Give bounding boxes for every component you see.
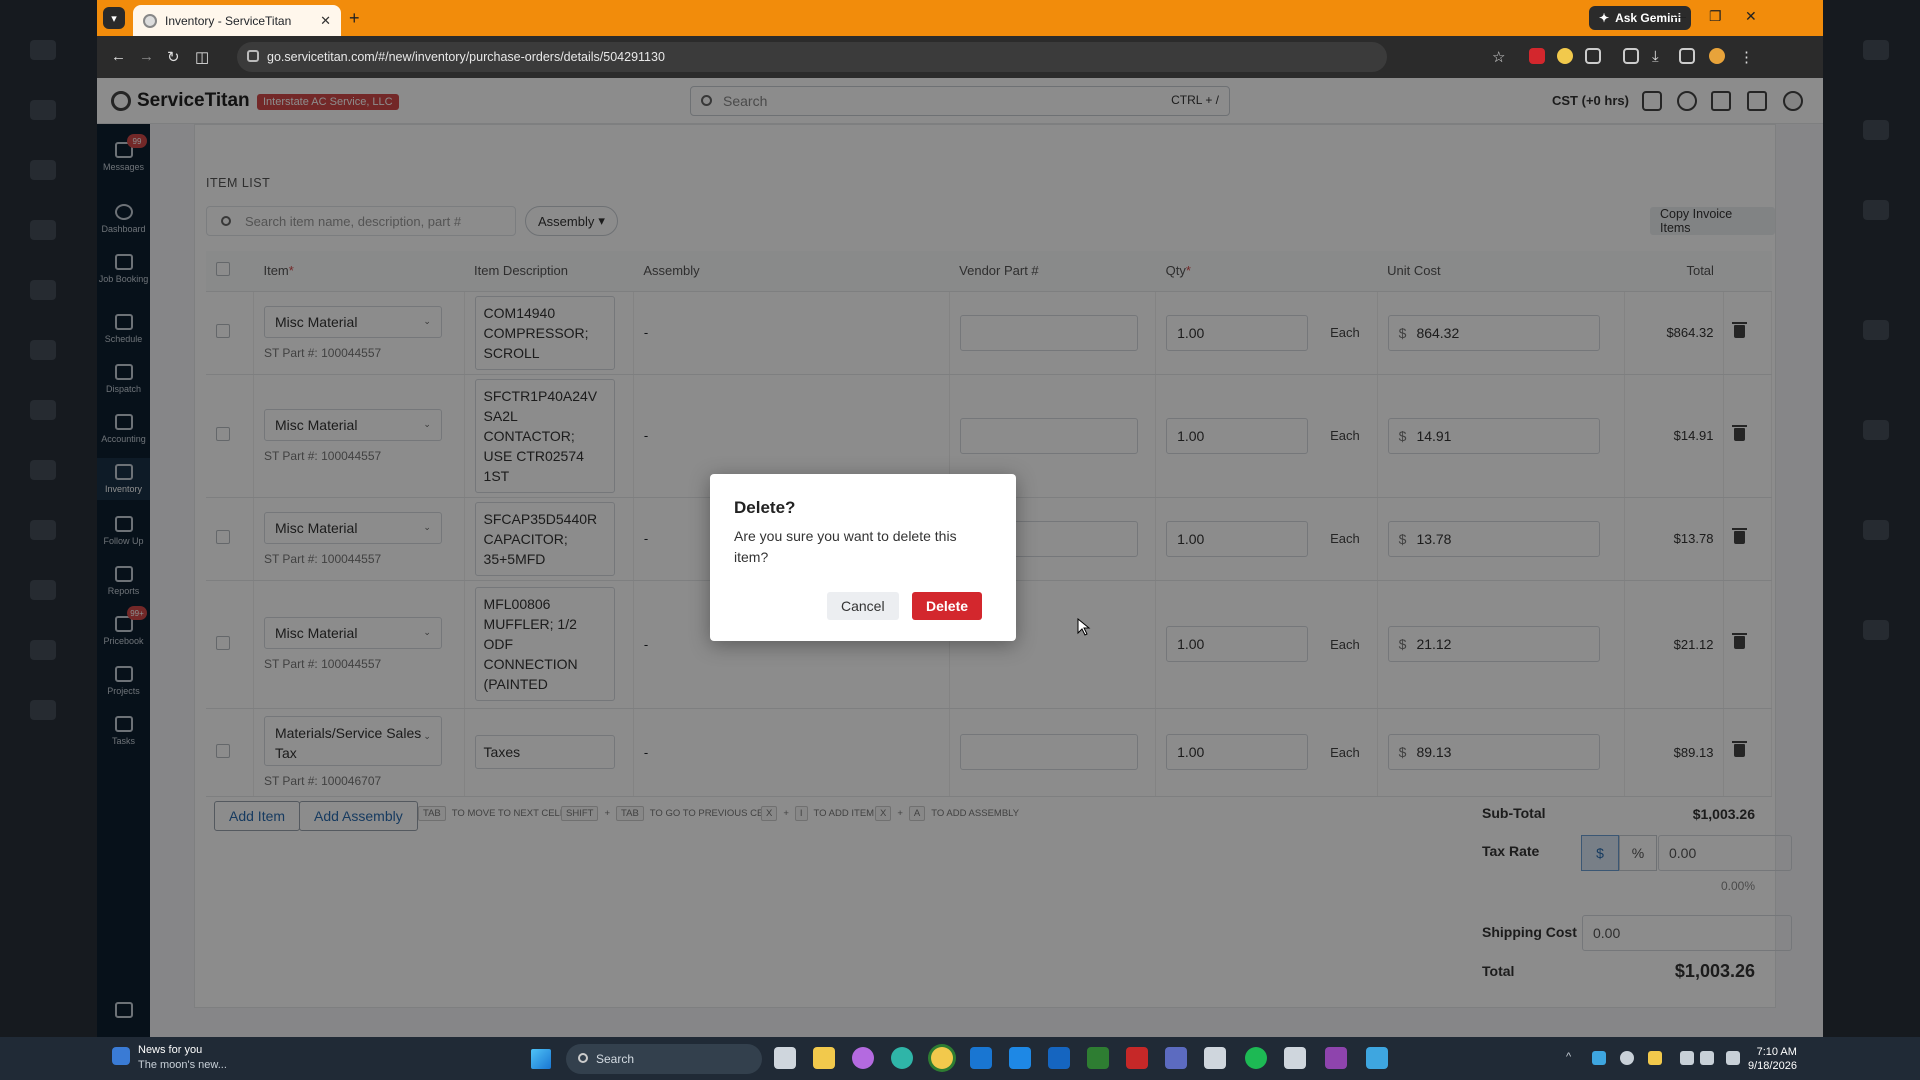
address-bar-row: ← → ↻ ◫ go.servicetitan.com/#/new/invent… — [97, 36, 1823, 78]
onedrive-icon[interactable] — [1592, 1051, 1606, 1065]
news-subtitle: The moon's new... — [138, 1059, 227, 1071]
edge-icon[interactable] — [891, 1047, 913, 1069]
download-icon[interactable]: ⤓ — [1652, 48, 1659, 65]
tray-app-icon[interactable] — [1648, 1051, 1662, 1065]
cancel-button[interactable]: Cancel — [827, 592, 899, 620]
delete-button[interactable]: Delete — [912, 592, 983, 620]
url-field[interactable]: go.servicetitan.com/#/new/inventory/purc… — [237, 42, 1387, 72]
news-widget[interactable]: News for you The moon's new... — [112, 1043, 227, 1073]
split-view-icon[interactable]: ◫ — [195, 48, 209, 66]
clock-date: 9/18/2026 — [1748, 1060, 1797, 1072]
desktop-background-left — [0, 0, 97, 1037]
tray-app-icon[interactable] — [1620, 1051, 1634, 1065]
desktop-background-right — [1823, 0, 1920, 1037]
gemini-icon: ✦ — [1599, 11, 1610, 25]
forward-icon[interactable]: → — [139, 48, 154, 65]
spotify-icon[interactable] — [1245, 1047, 1267, 1069]
app-icon[interactable] — [1366, 1047, 1388, 1069]
onenote-icon[interactable] — [1325, 1047, 1347, 1069]
back-icon[interactable]: ← — [111, 48, 126, 65]
acrobat-extension-icon[interactable] — [1529, 48, 1545, 64]
incognito-icon[interactable] — [1623, 48, 1639, 64]
close-tab-icon[interactable]: ✕ — [320, 13, 331, 29]
minimize-icon[interactable]: — — [1672, 8, 1686, 24]
extensions-puzzle-icon[interactable] — [1585, 48, 1601, 64]
windows-taskbar: News for you The moon's new... Search ^ … — [0, 1037, 1920, 1080]
new-tab-button[interactable]: + — [349, 8, 360, 29]
teams-icon[interactable] — [1165, 1047, 1187, 1069]
app-icon[interactable] — [1204, 1047, 1226, 1069]
task-view-icon[interactable] — [774, 1047, 796, 1069]
dialog-title: Delete? — [734, 498, 796, 517]
acrobat-icon[interactable] — [1126, 1047, 1148, 1069]
taskbar-search[interactable]: Search — [566, 1044, 762, 1074]
keyboard-icon[interactable] — [1726, 1051, 1740, 1065]
site-info-icon[interactable] — [247, 50, 259, 62]
volume-icon[interactable] — [1700, 1051, 1714, 1065]
browser-menu-icon[interactable]: ⋮ — [1739, 48, 1754, 66]
close-window-icon[interactable]: ✕ — [1745, 8, 1757, 25]
servicetitan-favicon-icon — [143, 13, 157, 28]
tab-search-dropdown[interactable]: ▾ — [103, 7, 125, 29]
chrome-icon[interactable] — [931, 1047, 953, 1069]
bookmark-star-icon[interactable]: ☆ — [1492, 48, 1505, 66]
taskbar-search-label: Search — [596, 1052, 635, 1066]
search-icon — [578, 1053, 588, 1063]
network-icon[interactable] — [1680, 1051, 1694, 1065]
mail-icon[interactable] — [1009, 1047, 1031, 1069]
file-explorer-icon[interactable] — [813, 1047, 835, 1069]
delete-confirm-dialog: Delete? Are you sure you want to delete … — [710, 474, 1016, 641]
browser-tab[interactable]: Inventory - ServiceTitan ✕ — [133, 5, 341, 36]
reload-icon[interactable]: ↻ — [167, 48, 180, 66]
notepad-icon[interactable] — [1284, 1047, 1306, 1069]
word-icon[interactable] — [1048, 1047, 1070, 1069]
outlook-icon[interactable] — [970, 1047, 992, 1069]
dialog-message: Are you sure you want to delete this ite… — [734, 528, 957, 565]
print-icon[interactable] — [1679, 48, 1695, 64]
mouse-cursor-icon — [1077, 618, 1091, 636]
url-text: go.servicetitan.com/#/new/inventory/purc… — [267, 50, 665, 64]
tray-overflow-icon[interactable]: ^ — [1566, 1051, 1580, 1065]
windows-start-icon[interactable] — [531, 1049, 551, 1069]
news-title: News for you — [138, 1044, 203, 1056]
tab-title: Inventory - ServiceTitan — [165, 13, 292, 28]
maximize-icon[interactable]: ❐ — [1709, 8, 1722, 25]
tab-bar: ▾ Inventory - ServiceTitan ✕ + ✦ Ask Gem… — [97, 0, 1823, 36]
copilot-icon[interactable] — [852, 1047, 874, 1069]
profile-avatar-icon[interactable] — [1709, 48, 1725, 64]
news-icon — [112, 1047, 130, 1065]
extension-icon[interactable] — [1557, 48, 1573, 64]
clock-time: 7:10 AM — [1756, 1046, 1797, 1058]
excel-icon[interactable] — [1087, 1047, 1109, 1069]
clock[interactable]: 7:10 AM 9/18/2026 — [1748, 1045, 1797, 1073]
